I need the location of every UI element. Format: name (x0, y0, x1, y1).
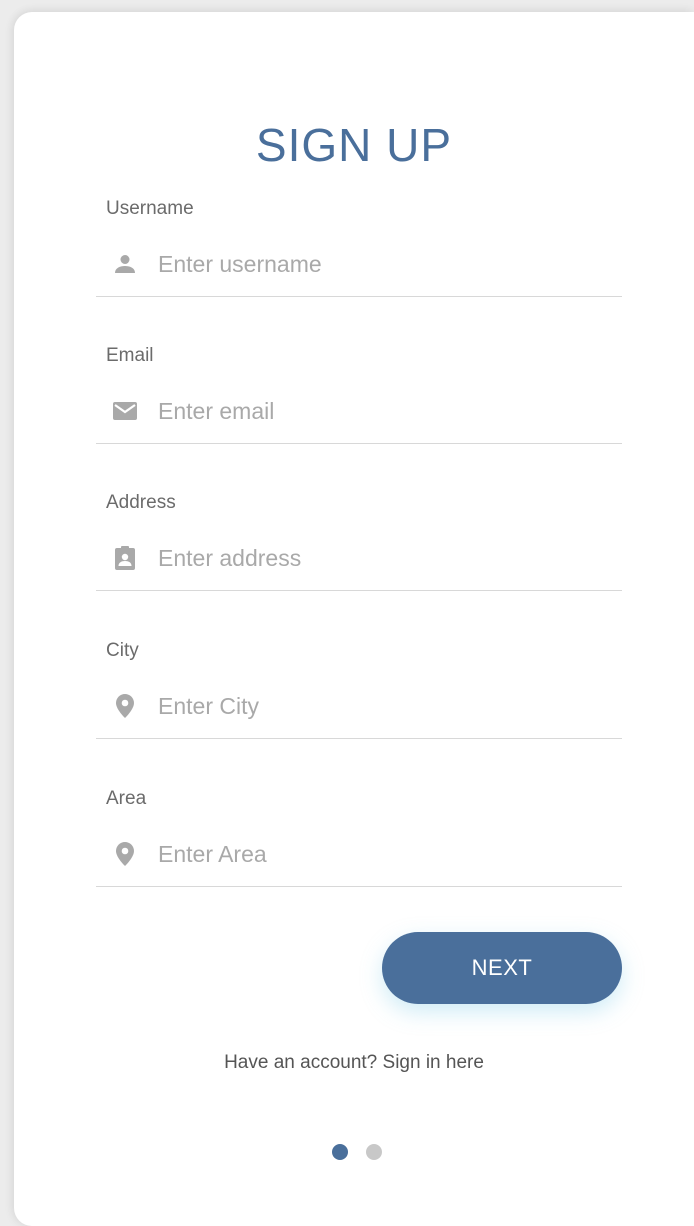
email-field: Email (96, 345, 622, 465)
email-input[interactable] (158, 397, 598, 425)
city-label: City (106, 640, 139, 661)
username-label: Username (106, 198, 194, 219)
page-dot-2[interactable] (366, 1144, 382, 1160)
address-input[interactable] (158, 544, 598, 572)
page-dot-1[interactable] (332, 1144, 348, 1160)
area-label: Area (106, 788, 147, 809)
signup-card: SIGN UP Username Email Address (14, 12, 694, 1226)
address-field: Address (96, 492, 622, 612)
area-input-row[interactable] (96, 822, 622, 887)
city-field: City (96, 640, 622, 760)
area-field: Area (96, 788, 622, 908)
username-input[interactable] (158, 250, 598, 278)
area-input[interactable] (158, 840, 598, 868)
contact-card-icon (112, 545, 138, 571)
mail-icon (112, 398, 138, 424)
address-label: Address (106, 492, 176, 513)
location-pin-icon (112, 841, 138, 867)
city-input-row[interactable] (96, 674, 622, 739)
next-button[interactable]: NEXT (382, 932, 622, 1004)
signin-link[interactable]: Have an account? Sign in here (14, 1052, 694, 1074)
page-indicator (332, 1144, 382, 1160)
email-label: Email (106, 345, 154, 366)
city-input[interactable] (158, 692, 598, 720)
username-input-row[interactable] (96, 232, 622, 297)
email-input-row[interactable] (96, 379, 622, 444)
address-input-row[interactable] (96, 526, 622, 591)
username-field: Username (96, 198, 622, 318)
location-pin-icon (112, 693, 138, 719)
page-title: SIGN UP (255, 119, 453, 171)
person-icon (112, 251, 138, 277)
